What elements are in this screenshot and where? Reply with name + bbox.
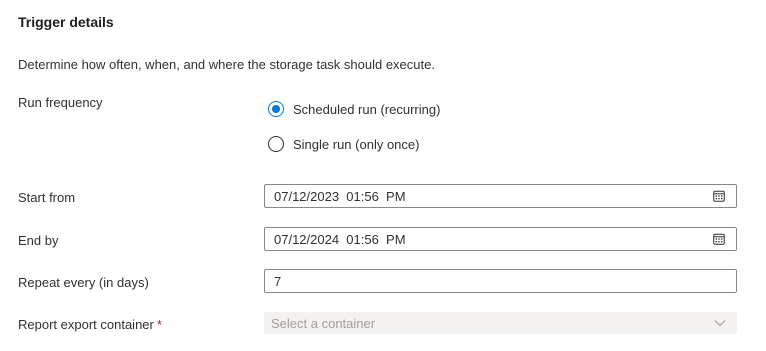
section-title: Trigger details: [18, 14, 114, 30]
required-marker: *: [156, 317, 162, 332]
report-export-container-dropdown[interactable]: Select a container: [264, 312, 737, 334]
radio-button-checked[interactable]: [268, 101, 284, 117]
repeat-every-label: Repeat every (in days): [18, 275, 149, 290]
run-frequency-label: Run frequency: [18, 95, 103, 110]
end-by-label: End by: [18, 233, 59, 248]
end-by-value: 07/12/2024 01:56 PM: [274, 231, 406, 247]
radio-scheduled-run[interactable]: Scheduled run (recurring): [268, 101, 440, 117]
chevron-down-icon[interactable]: [713, 316, 727, 330]
calendar-icon[interactable]: [712, 232, 726, 246]
radio-single-run[interactable]: Single run (only once): [268, 136, 419, 152]
start-from-label: Start from: [18, 190, 76, 205]
repeat-every-value: 7: [274, 273, 282, 289]
radio-single-run-label: Single run (only once): [293, 136, 420, 152]
report-export-container-label-text: Report export container: [18, 317, 154, 332]
start-from-datetime-input[interactable]: 07/12/2023 01:56 PM: [264, 184, 737, 208]
calendar-icon[interactable]: [712, 189, 726, 203]
start-from-value: 07/12/2023 01:56 PM: [274, 188, 406, 204]
repeat-every-input[interactable]: 7: [264, 269, 737, 293]
report-export-container-placeholder: Select a container: [271, 315, 376, 331]
radio-scheduled-run-label: Scheduled run (recurring): [293, 101, 441, 117]
radio-button-unchecked[interactable]: [268, 136, 284, 152]
end-by-datetime-input[interactable]: 07/12/2024 01:56 PM: [264, 227, 737, 251]
report-export-container-label: Report export container *: [18, 317, 162, 332]
section-description: Determine how often, when, and where the…: [18, 57, 435, 72]
